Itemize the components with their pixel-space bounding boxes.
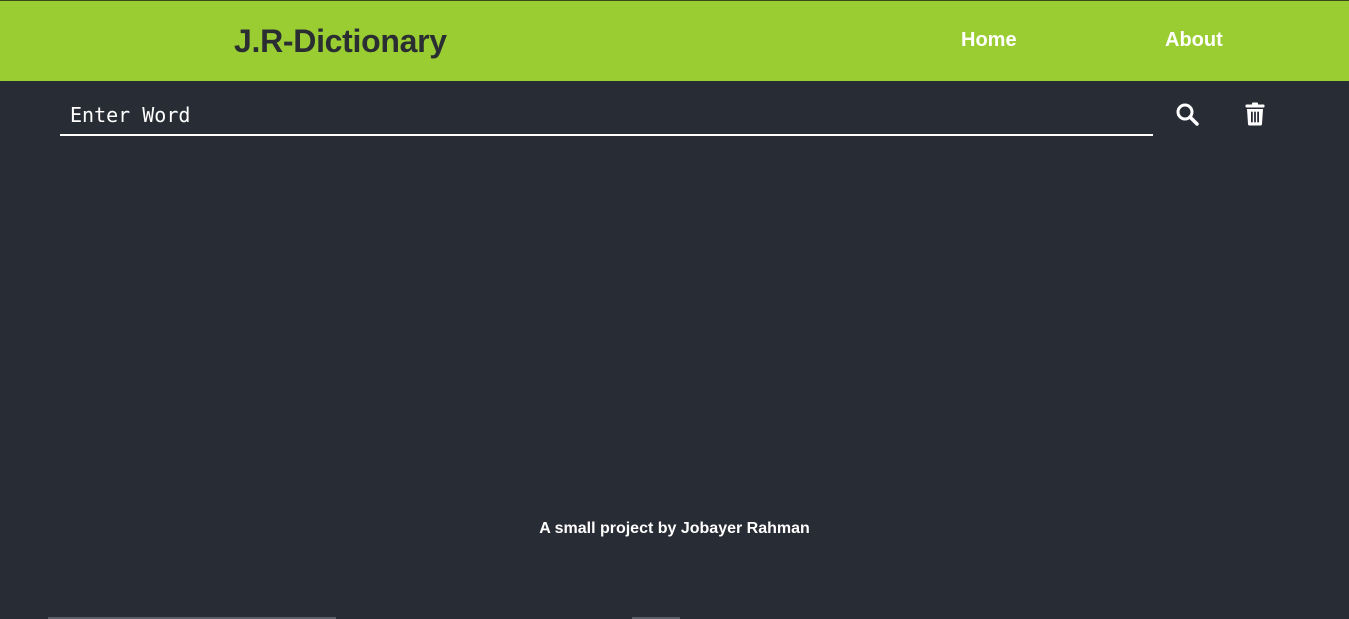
page: J.R-Dictionary Home About A small projec… (0, 0, 1349, 619)
footer-credit: A small project by Jobayer Rahman (539, 520, 810, 537)
navbar: J.R-Dictionary Home About (0, 0, 1349, 81)
search-icon (1176, 103, 1199, 126)
clear-button[interactable] (1242, 101, 1268, 127)
word-search-input[interactable] (60, 95, 1153, 136)
nav-link-about[interactable]: About (1165, 29, 1223, 52)
trash-icon (1245, 102, 1265, 126)
search-button[interactable] (1174, 101, 1200, 127)
nav-link-home[interactable]: Home (961, 29, 1017, 52)
brand-title[interactable]: J.R-Dictionary (234, 23, 447, 60)
